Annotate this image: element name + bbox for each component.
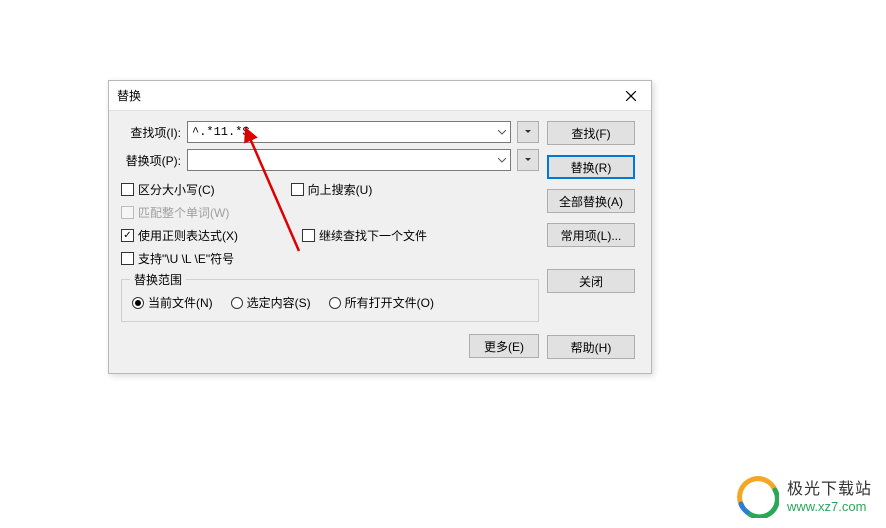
- case-checkbox[interactable]: 区分大小写(C): [121, 181, 215, 198]
- watermark-brand: 极光下载站: [787, 480, 872, 499]
- replace-button-label: 替换(R): [571, 159, 612, 176]
- whole-word-checkbox: 匹配整个单词(W): [121, 204, 229, 221]
- regex-checkbox[interactable]: ✓ 使用正则表达式(X): [121, 227, 238, 244]
- help-button-label: 帮助(H): [571, 339, 612, 356]
- close-icon[interactable]: [611, 81, 651, 110]
- close-button-label: 关闭: [579, 273, 603, 290]
- scope-current-label: 当前文件(N): [148, 294, 213, 311]
- case-label: 区分大小写(C): [138, 181, 215, 198]
- scope-all-open-radio[interactable]: 所有打开文件(O): [329, 294, 434, 311]
- scope-title: 替换范围: [130, 271, 186, 288]
- find-input[interactable]: [187, 121, 511, 143]
- scope-current-radio[interactable]: 当前文件(N): [132, 294, 213, 311]
- escapes-label: 支持"\U \L \E"符号: [138, 250, 234, 267]
- replace-all-button[interactable]: 全部替换(A): [547, 189, 635, 213]
- replace-history-button[interactable]: [517, 149, 539, 171]
- dialog-title: 替换: [117, 87, 141, 104]
- next-file-checkbox[interactable]: 继续查找下一个文件: [302, 227, 427, 244]
- replace-input[interactable]: [187, 149, 511, 171]
- replace-label: 替换项(P):: [121, 152, 187, 169]
- scope-selection-radio[interactable]: 选定内容(S): [231, 294, 311, 311]
- common-button-label: 常用项(L)...: [561, 227, 622, 244]
- common-button[interactable]: 常用项(L)...: [547, 223, 635, 247]
- more-button[interactable]: 更多(E): [469, 334, 539, 358]
- replace-row: 替换项(P):: [121, 149, 539, 171]
- help-button[interactable]: 帮助(H): [547, 335, 635, 359]
- find-button-label: 查找(F): [571, 125, 610, 142]
- replace-combo: [187, 149, 511, 171]
- chevron-down-icon[interactable]: [494, 150, 510, 170]
- find-history-button[interactable]: [517, 121, 539, 143]
- scope-groupbox: 替换范围 当前文件(N) 选定内容(S) 所有打开文件(O): [121, 279, 539, 322]
- next-file-label: 继续查找下一个文件: [319, 227, 427, 244]
- escapes-checkbox[interactable]: 支持"\U \L \E"符号: [121, 250, 234, 267]
- search-up-checkbox[interactable]: 向上搜索(U): [291, 181, 373, 198]
- replace-all-button-label: 全部替换(A): [559, 193, 623, 210]
- more-label: 更多(E): [484, 338, 524, 355]
- search-up-label: 向上搜索(U): [308, 181, 373, 198]
- titlebar: 替换: [109, 81, 651, 111]
- chevron-down-icon[interactable]: [494, 122, 510, 142]
- close-button[interactable]: 关闭: [547, 269, 635, 293]
- scope-selection-label: 选定内容(S): [247, 294, 311, 311]
- watermark-logo-icon: [737, 476, 779, 518]
- replace-button[interactable]: 替换(R): [547, 155, 635, 179]
- find-label: 查找项(I):: [121, 124, 187, 141]
- find-button[interactable]: 查找(F): [547, 121, 635, 145]
- whole-word-label: 匹配整个单词(W): [138, 204, 229, 221]
- regex-label: 使用正则表达式(X): [138, 227, 238, 244]
- watermark-url: www.xz7.com: [787, 499, 872, 515]
- replace-dialog: 替换 查找项(I): 替换项(P):: [108, 80, 652, 374]
- find-combo: [187, 121, 511, 143]
- scope-all-open-label: 所有打开文件(O): [345, 294, 434, 311]
- watermark: 极光下载站 www.xz7.com: [737, 476, 872, 518]
- find-row: 查找项(I):: [121, 121, 539, 143]
